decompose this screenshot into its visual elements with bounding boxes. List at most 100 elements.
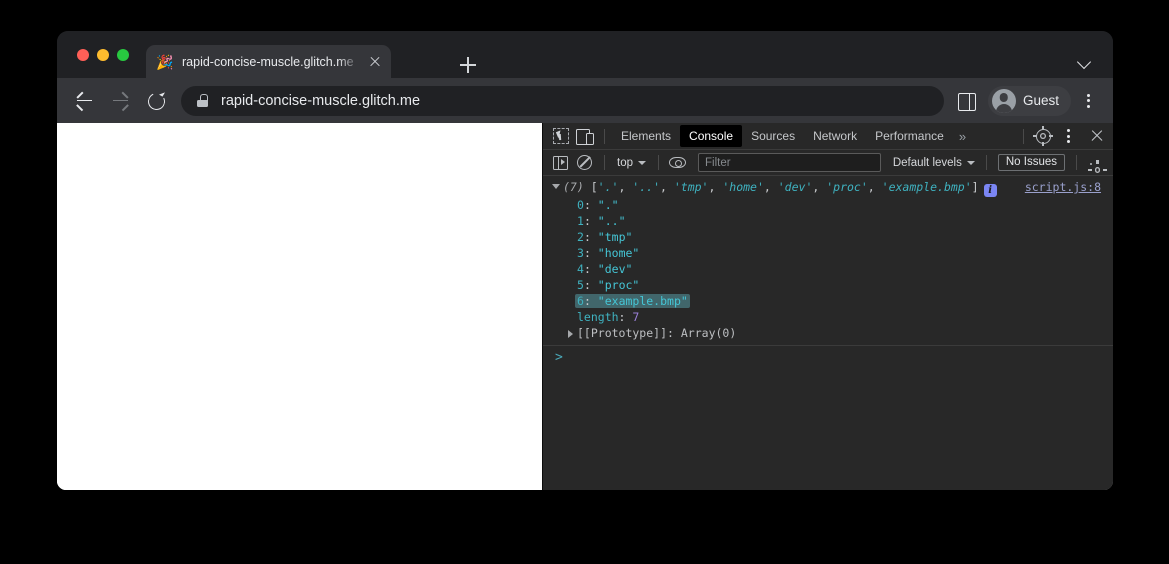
expand-toggle[interactable] xyxy=(563,325,577,338)
log-levels-select[interactable]: Default levels xyxy=(889,157,979,169)
device-toolbar-button[interactable] xyxy=(573,125,597,147)
prototype-value: Array(0) xyxy=(680,326,737,340)
chevron-down-icon xyxy=(966,160,975,165)
tab-title: rapid-concise-muscle.glitch.me xyxy=(182,54,354,69)
devtools-tabbar: Elements Console Sources Network Perform… xyxy=(543,123,1113,150)
execution-context-select[interactable]: top xyxy=(612,153,651,172)
chrome-menu-icon[interactable] xyxy=(1075,86,1101,116)
tab-search-button[interactable] xyxy=(1071,47,1099,75)
console-sidebar-toggle[interactable] xyxy=(549,152,573,174)
content-region: Elements Console Sources Network Perform… xyxy=(57,123,1113,490)
array-property-row[interactable]: 5: "proc" xyxy=(543,277,1113,293)
clear-console-button[interactable] xyxy=(573,152,597,174)
new-tab-button[interactable] xyxy=(455,52,481,78)
info-icon[interactable]: i xyxy=(983,184,997,197)
tab-performance[interactable]: Performance xyxy=(866,125,953,147)
prompt-caret-icon: > xyxy=(555,350,563,365)
devtools-settings-button[interactable] xyxy=(1031,125,1055,147)
console-filter-input[interactable]: Filter xyxy=(698,153,881,172)
more-tabs-button[interactable]: » xyxy=(953,129,971,144)
console-filterbar: top Filter Default levels No Issues xyxy=(543,150,1113,180)
array-length-row[interactable]: length: 7 xyxy=(543,309,1113,325)
tab-console[interactable]: Console xyxy=(680,125,743,147)
chevron-down-icon xyxy=(1076,54,1092,70)
property-key: 5 xyxy=(577,278,584,292)
device-toggle-icon xyxy=(576,129,594,145)
sep: , xyxy=(618,180,633,194)
console-message[interactable]: (7) ['.', '..', 'tmp', 'home', 'dev', 'p… xyxy=(543,176,1113,346)
divider xyxy=(604,155,605,170)
sep: , xyxy=(660,180,674,194)
gear-icon xyxy=(1033,126,1053,146)
sidebar-toggle-icon xyxy=(553,155,568,170)
array-property-row[interactable]: 2: "tmp" xyxy=(543,229,1113,245)
close-icon xyxy=(1089,128,1105,144)
array-property-row[interactable]: 0: "." xyxy=(543,197,1113,213)
devtools-close-button[interactable] xyxy=(1085,125,1109,147)
reload-button[interactable] xyxy=(141,86,171,116)
property-key: 0 xyxy=(577,198,584,212)
avatar xyxy=(991,88,1016,113)
prototype-label: [[Prototype]]: Array(0) xyxy=(577,326,737,340)
triangle-right-icon xyxy=(567,330,573,338)
bracket-close: ] xyxy=(971,180,979,194)
property-value: "proc" xyxy=(597,278,640,292)
console-message-header[interactable]: (7) ['.', '..', 'tmp', 'home', 'dev', 'p… xyxy=(543,179,1113,197)
tab-elements[interactable]: Elements xyxy=(612,125,680,147)
divider xyxy=(1023,128,1024,144)
array-property-row-selected[interactable]: 6: "example.bmp" xyxy=(543,293,1113,309)
property-key: 4 xyxy=(577,262,584,276)
prototype-row[interactable]: [[Prototype]]: Array(0) xyxy=(543,325,1113,341)
inspect-cursor-icon xyxy=(553,128,569,144)
selection-highlight: 6: "example.bmp" xyxy=(575,294,690,308)
back-button[interactable] xyxy=(69,86,99,116)
preview-item-5: 'proc' xyxy=(826,180,868,194)
close-icon[interactable] xyxy=(367,54,383,70)
address-bar-url: rapid-concise-muscle.glitch.me xyxy=(221,92,421,109)
side-panel-icon[interactable] xyxy=(952,87,980,115)
screenshot-root: 🎉 rapid-concise-muscle.glitch.me rapid-c… xyxy=(0,0,1169,564)
window-maximize-button[interactable] xyxy=(117,49,129,61)
browser-tab[interactable]: 🎉 rapid-concise-muscle.glitch.me xyxy=(146,45,391,78)
web-page-viewport xyxy=(57,123,542,490)
address-bar[interactable]: rapid-concise-muscle.glitch.me xyxy=(181,85,944,116)
source-link[interactable]: script.js:8 xyxy=(1025,179,1107,195)
inspect-element-button[interactable] xyxy=(549,125,573,147)
profile-chip[interactable]: Guest xyxy=(987,85,1071,116)
array-property-row[interactable]: 1: ".." xyxy=(543,213,1113,229)
preview-item-2: 'tmp' xyxy=(673,180,709,194)
array-length-label: (7) xyxy=(563,180,584,194)
window-minimize-button[interactable] xyxy=(97,49,109,61)
property-value: "tmp" xyxy=(597,230,633,244)
window-close-button[interactable] xyxy=(77,49,89,61)
devtools-menu-icon[interactable] xyxy=(1059,125,1085,147)
execution-context-value: top xyxy=(617,156,633,169)
preview-item-4: 'dev' xyxy=(777,180,813,194)
property-key: 2 xyxy=(577,230,584,244)
divider xyxy=(604,128,605,144)
array-property-row[interactable]: 4: "dev" xyxy=(543,261,1113,277)
tab-network[interactable]: Network xyxy=(804,125,866,147)
live-expression-button[interactable] xyxy=(666,152,690,174)
expand-toggle[interactable] xyxy=(549,179,563,189)
forward-button xyxy=(105,86,135,116)
array-property-row[interactable]: 3: "home" xyxy=(543,245,1113,261)
sep: , xyxy=(763,180,778,194)
tab-sources[interactable]: Sources xyxy=(742,125,804,147)
lock-icon xyxy=(197,94,208,107)
divider xyxy=(1076,155,1077,170)
party-popper-icon: 🎉 xyxy=(156,53,174,70)
tab-strip: 🎉 rapid-concise-muscle.glitch.me xyxy=(57,31,1113,78)
property-key: 3 xyxy=(577,246,584,260)
divider xyxy=(985,155,987,170)
console-prompt[interactable]: > xyxy=(543,346,1113,366)
issues-badge[interactable]: No Issues xyxy=(997,154,1065,171)
sep: , xyxy=(708,180,723,194)
preview-item-6: 'example.bmp' xyxy=(881,180,972,194)
console-output[interactable]: (7) ['.', '..', 'tmp', 'home', 'dev', 'p… xyxy=(543,176,1113,490)
preview-item-3: 'home' xyxy=(722,180,764,194)
bracket-open: [ xyxy=(590,180,598,194)
property-value: "." xyxy=(597,198,619,212)
no-entry-icon xyxy=(577,154,592,170)
property-value: ".." xyxy=(597,214,626,228)
